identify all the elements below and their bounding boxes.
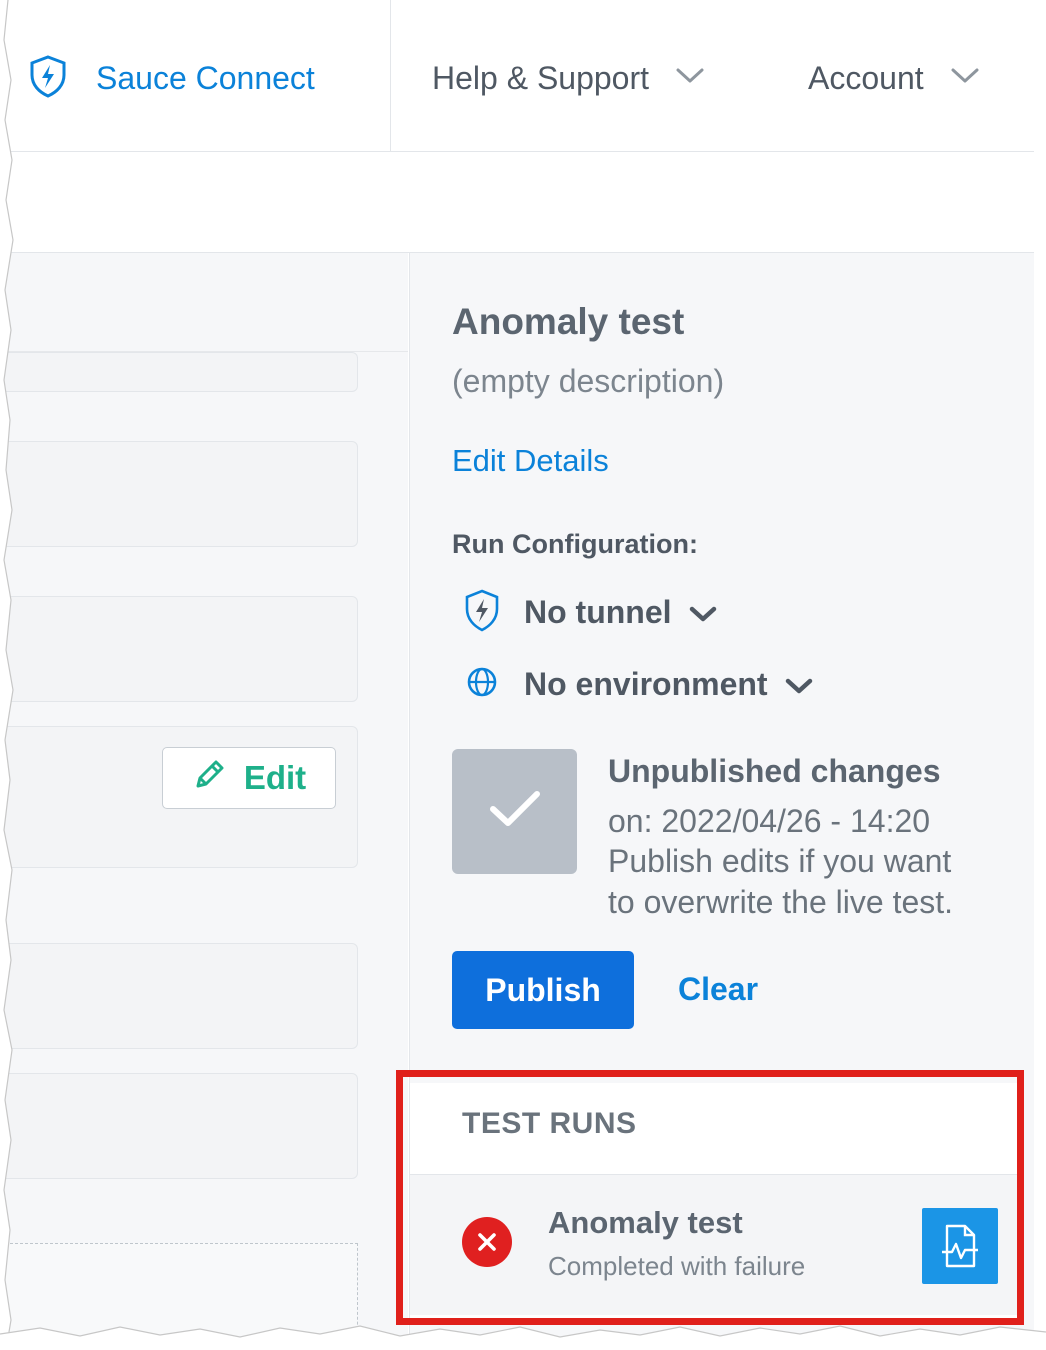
environment-label: No environment	[524, 665, 768, 702]
step-card[interactable]: Edit	[0, 726, 358, 868]
edit-button[interactable]: Edit	[162, 747, 336, 809]
step-card[interactable]	[0, 596, 358, 702]
chevron-down-icon	[950, 67, 980, 90]
steps-panel-header	[0, 253, 408, 352]
clear-button[interactable]: Clear	[678, 971, 758, 1008]
step-card[interactable]	[0, 352, 358, 392]
globe-icon	[462, 662, 502, 707]
nav-help-support-label: Help & Support	[432, 59, 650, 96]
tunnel-dropdown[interactable]: No tunnel	[462, 587, 718, 637]
tunnel-label: No tunnel	[524, 593, 672, 630]
step-card[interactable]	[0, 1073, 358, 1179]
nav-divider	[390, 0, 391, 151]
unpublished-title: Unpublished changes	[608, 753, 941, 789]
nav-account-label: Account	[808, 59, 924, 96]
edit-details-link[interactable]: Edit Details	[452, 443, 609, 479]
unpublished-indicator	[452, 749, 577, 874]
environment-dropdown[interactable]: No environment	[462, 659, 814, 709]
nav-sauce-connect-label: Sauce Connect	[96, 59, 315, 96]
top-navigation: Sauce Connect Help & Support Account	[0, 0, 1034, 152]
unpublished-hint: Publish edits if you want	[608, 843, 952, 879]
chevron-down-icon	[675, 67, 705, 90]
nav-sauce-connect[interactable]: Sauce Connect	[26, 50, 315, 106]
chevron-down-icon	[688, 605, 718, 628]
shield-bolt-icon	[462, 588, 502, 637]
shield-bolt-icon	[26, 54, 70, 103]
pencil-icon	[192, 756, 228, 800]
unpublished-hint: to overwrite the live test.	[608, 884, 954, 920]
unpublished-timestamp: on: 2022/04/26 - 14:20	[608, 803, 931, 839]
right-edge	[1034, 0, 1046, 1350]
edit-button-label: Edit	[243, 759, 307, 796]
test-steps-panel: Edit	[0, 253, 408, 1350]
step-card[interactable]	[0, 943, 358, 1049]
run-configuration-label: Run Configuration:	[452, 529, 698, 559]
publish-button[interactable]: Publish	[452, 951, 634, 1029]
sub-header	[0, 152, 1034, 253]
chevron-down-icon	[784, 677, 814, 700]
step-card[interactable]	[0, 441, 358, 547]
nav-help-support[interactable]: Help & Support	[432, 50, 705, 106]
torn-left-edge	[0, 0, 14, 1350]
test-description: (empty description)	[452, 363, 725, 399]
nav-account[interactable]: Account	[808, 50, 980, 106]
test-runs-highlight	[396, 1070, 1024, 1325]
test-title: Anomaly test	[452, 301, 685, 342]
app-window: Sauce Connect Help & Support Account Edi…	[0, 0, 1046, 1350]
torn-bottom-edge	[0, 1325, 1046, 1350]
checkmark-icon	[487, 787, 543, 836]
